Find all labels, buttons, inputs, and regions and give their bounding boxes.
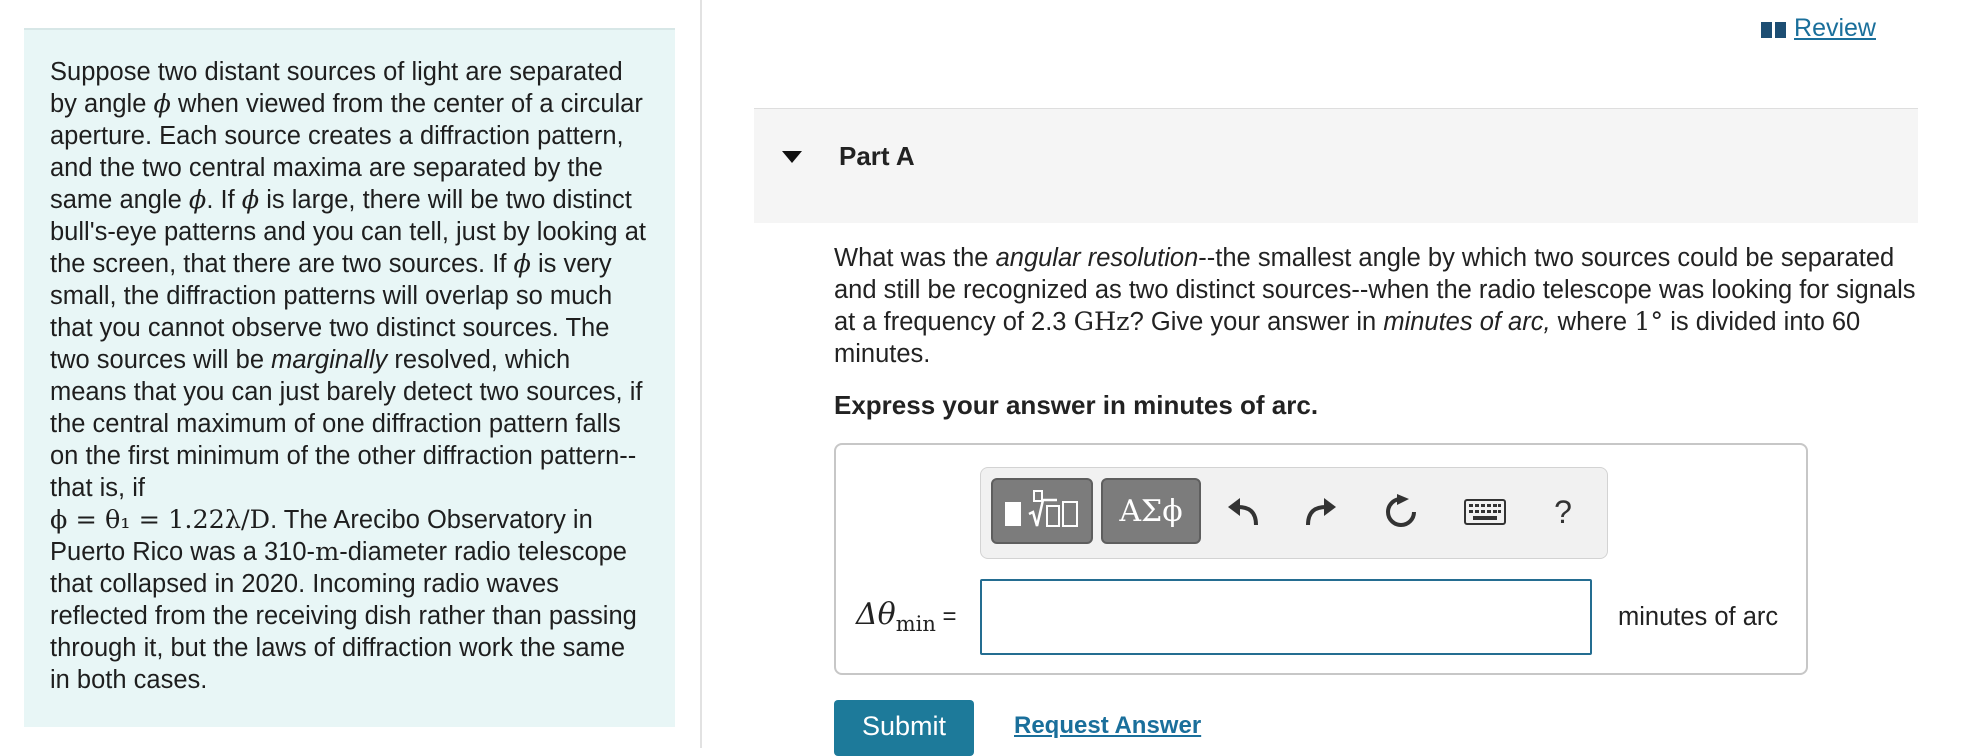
question-segment: where bbox=[1550, 308, 1635, 336]
answer-box: ΑΣϕ ? Δθmin = minutes of arc bbox=[834, 443, 1808, 675]
unit-ghz: GHz bbox=[1073, 307, 1130, 337]
answer-instruction: Express your answer in minutes of arc. bbox=[834, 390, 1319, 420]
phi-symbol: ϕ bbox=[513, 249, 531, 279]
question-segment: What was the bbox=[834, 244, 996, 272]
math-toolbar: ΑΣϕ ? bbox=[980, 467, 1608, 559]
one-degree: 1° bbox=[1634, 307, 1664, 337]
help-icon: ? bbox=[1554, 493, 1572, 530]
question-segment: ? Give your answer in bbox=[1129, 308, 1384, 336]
redo-icon bbox=[1306, 498, 1336, 526]
phi-symbol: ϕ bbox=[241, 185, 260, 215]
unit-meter: m bbox=[315, 537, 340, 567]
templates-button[interactable] bbox=[991, 478, 1093, 544]
templates-icon bbox=[1005, 490, 1078, 527]
resolution-formula: ϕ = θ₁ = 1.22λ/D bbox=[50, 505, 271, 535]
answer-input[interactable] bbox=[980, 579, 1592, 655]
problem-panel: Suppose two distant sources of light are… bbox=[24, 28, 675, 727]
answer-variable-label: Δθmin = bbox=[856, 597, 957, 636]
review-label: Review bbox=[1794, 14, 1876, 42]
review-link[interactable]: Review bbox=[1761, 14, 1876, 43]
request-answer-link[interactable]: Request Answer bbox=[1014, 712, 1201, 740]
phi-symbol: ϕ bbox=[188, 185, 207, 215]
reset-icon bbox=[1386, 494, 1416, 527]
problem-text: Suppose two distant sources of light are… bbox=[50, 56, 650, 696]
problem-text-segment: . If bbox=[206, 186, 242, 214]
symbols-label: ΑΣϕ bbox=[1119, 493, 1183, 529]
phi-symbol: ϕ bbox=[153, 89, 171, 119]
symbols-button[interactable]: ΑΣϕ bbox=[1101, 478, 1201, 544]
part-a-header[interactable]: Part A bbox=[754, 108, 1918, 223]
book-icon bbox=[1761, 21, 1787, 38]
part-title: Part A bbox=[839, 141, 915, 171]
keyboard-button[interactable] bbox=[1457, 490, 1513, 534]
equals-sign: = bbox=[935, 603, 957, 630]
question-text: What was the angular resolution--the sma… bbox=[834, 242, 1920, 370]
undo-button[interactable] bbox=[1221, 490, 1265, 534]
delta-theta-symbol: Δθ bbox=[856, 597, 896, 632]
redo-button[interactable] bbox=[1299, 490, 1343, 534]
answer-units: minutes of arc bbox=[1618, 603, 1779, 631]
reset-button[interactable] bbox=[1379, 490, 1423, 534]
emphasis-minutes-of-arc: minutes of arc, bbox=[1383, 308, 1551, 336]
emphasis-marginally: marginally bbox=[271, 346, 388, 374]
emphasis-angular-resolution: angular resolution bbox=[995, 244, 1199, 272]
panel-divider bbox=[700, 0, 702, 748]
keyboard-icon bbox=[1464, 499, 1506, 525]
collapse-arrow-icon[interactable] bbox=[782, 151, 802, 163]
help-button[interactable]: ? bbox=[1541, 490, 1585, 534]
undo-icon bbox=[1228, 498, 1258, 526]
min-subscript: min bbox=[895, 612, 936, 636]
